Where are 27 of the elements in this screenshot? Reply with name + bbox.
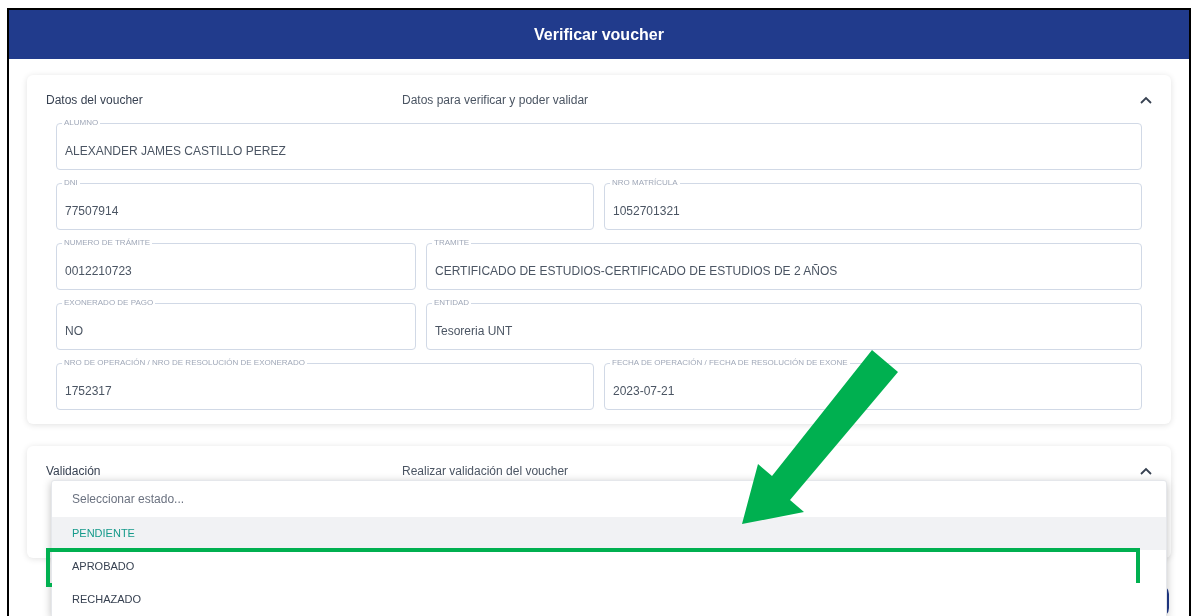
field-label: TRAMITE [432,237,472,248]
field-label: EXONERADO DE PAGO [62,297,156,308]
field-value: NO [65,322,83,340]
dialog-title: Verificar voucher [534,24,664,45]
field-value: 77507914 [65,202,119,220]
field-value: ALEXANDER JAMES CASTILLO PEREZ [65,142,286,160]
chevron-up-icon[interactable] [1140,467,1152,475]
field-label: NRO DE OPERACIÓN / NRO DE RESOLUCIÓN DE EXONERADO [62,357,307,368]
field-value: 2023-07-21 [613,382,675,400]
section-subtitle: Realizar validación del voucher [402,463,570,480]
section-subtitle: Datos para verificar y poder validar [402,92,590,109]
chevron-up-icon[interactable] [1140,96,1152,104]
field-value: Tesoreria UNT [435,322,513,340]
section-title: Validación [46,463,102,480]
field-label: ALUMNO [62,117,101,128]
field-label: DNI [62,177,80,188]
search-field[interactable]: Seleccionar estado... [52,481,1166,517]
section-title: Datos del voucher [46,92,144,109]
field-label: NRO MATRÍCULA [610,177,680,188]
field-value: 1752317 [65,382,112,400]
dropdown-option[interactable]: RECHAZADO [52,583,1166,616]
field-label: NUMERO DE TRÁMITE [62,237,153,248]
field-value: CERTIFICADO DE ESTUDIOS-CERTIFICADO DE ESTUDIOS DE 2 AÑOS [435,262,838,280]
field-label: ENTIDAD [432,297,472,308]
field-value: 1052701321 [613,202,680,220]
field-label: FECHA DE OPERACIÓN / FECHA DE RESOLUCIÓN DE EXONE [610,357,850,368]
field-value: 0012210723 [65,262,132,280]
